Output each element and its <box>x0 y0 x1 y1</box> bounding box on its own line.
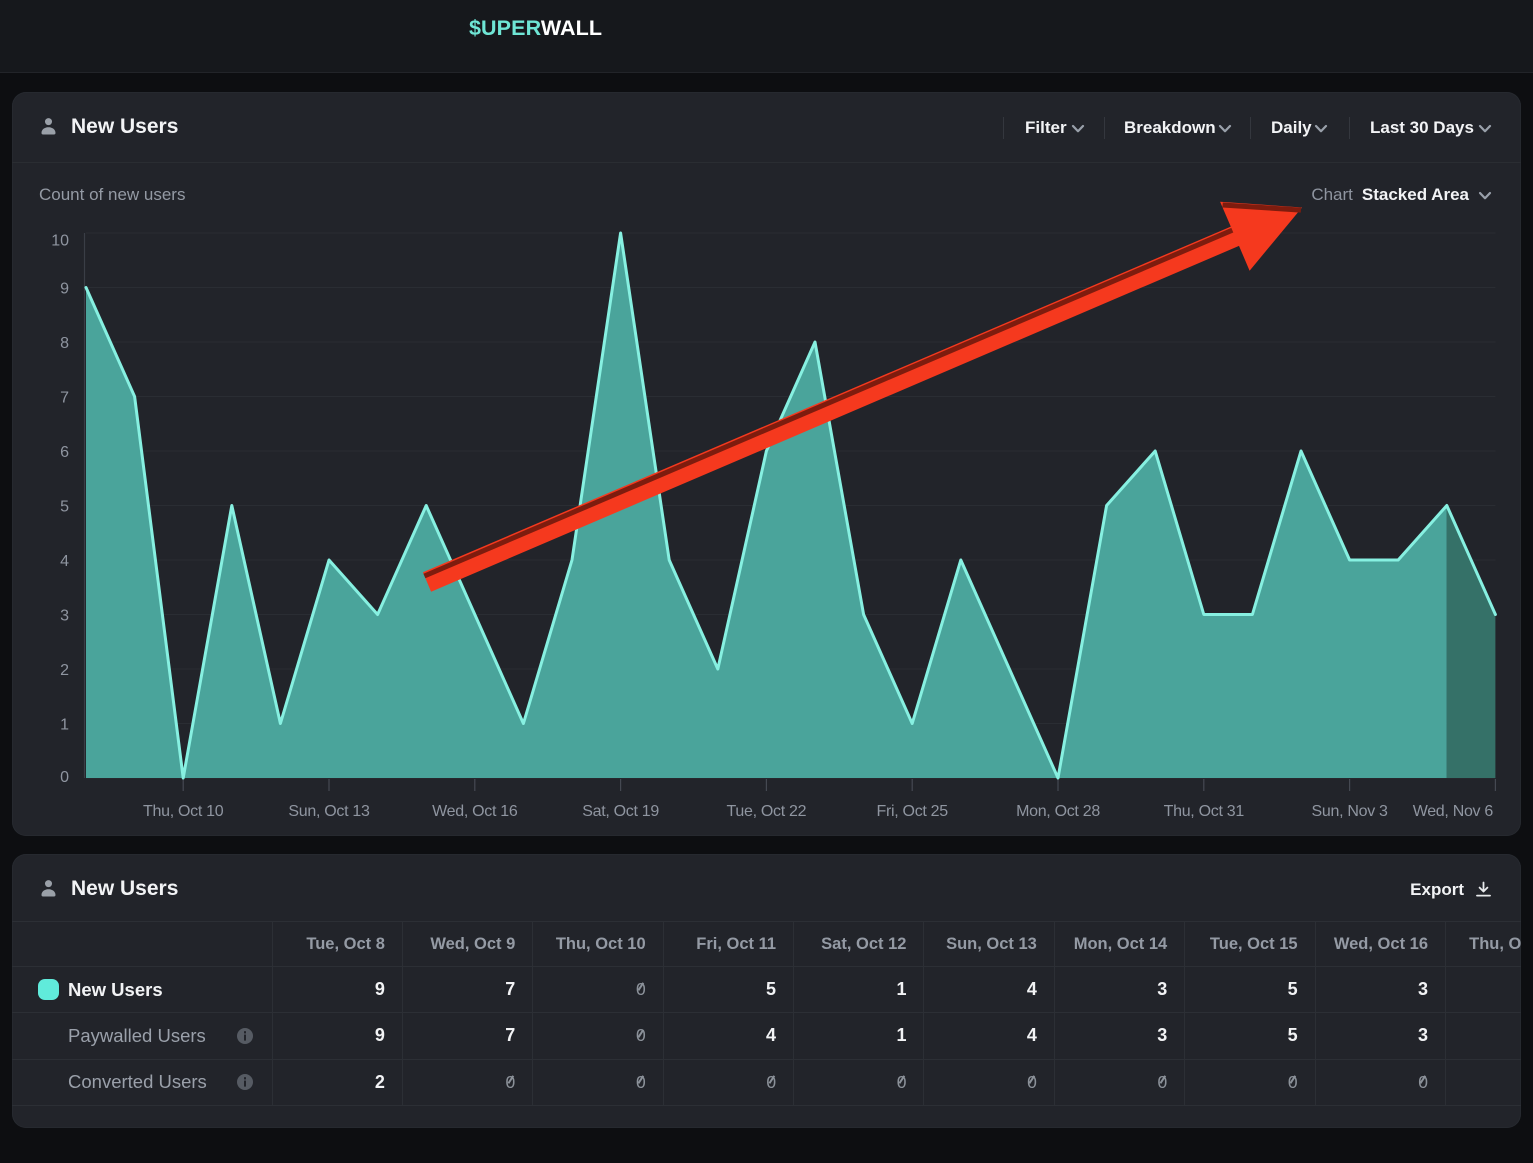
svg-text:0: 0 <box>60 769 69 786</box>
svg-text:Thu, Oct 31: Thu, Oct 31 <box>1164 803 1245 820</box>
svg-text:Sat, Oct 19: Sat, Oct 19 <box>582 803 659 820</box>
svg-text:5: 5 <box>60 498 69 515</box>
svg-text:8: 8 <box>60 335 69 352</box>
svg-text:7: 7 <box>60 389 69 406</box>
svg-text:Sun, Oct 13: Sun, Oct 13 <box>288 803 370 820</box>
svg-text:Mon, Oct 28: Mon, Oct 28 <box>1016 803 1100 820</box>
svg-text:2: 2 <box>60 662 69 679</box>
svg-text:Wed, Nov 6: Wed, Nov 6 <box>1413 803 1494 820</box>
svg-text:9: 9 <box>60 280 69 297</box>
svg-text:6: 6 <box>60 444 69 461</box>
svg-text:10: 10 <box>51 233 69 250</box>
svg-text:4: 4 <box>60 553 69 570</box>
svg-text:Tue, Oct 22: Tue, Oct 22 <box>727 803 807 820</box>
svg-text:Fri, Oct 25: Fri, Oct 25 <box>877 803 949 820</box>
svg-text:3: 3 <box>60 607 69 624</box>
svg-text:Thu, Oct 10: Thu, Oct 10 <box>143 803 224 820</box>
svg-text:1: 1 <box>60 716 69 733</box>
svg-text:Sun, Nov 3: Sun, Nov 3 <box>1312 803 1389 820</box>
svg-text:Wed, Oct 16: Wed, Oct 16 <box>432 803 518 820</box>
